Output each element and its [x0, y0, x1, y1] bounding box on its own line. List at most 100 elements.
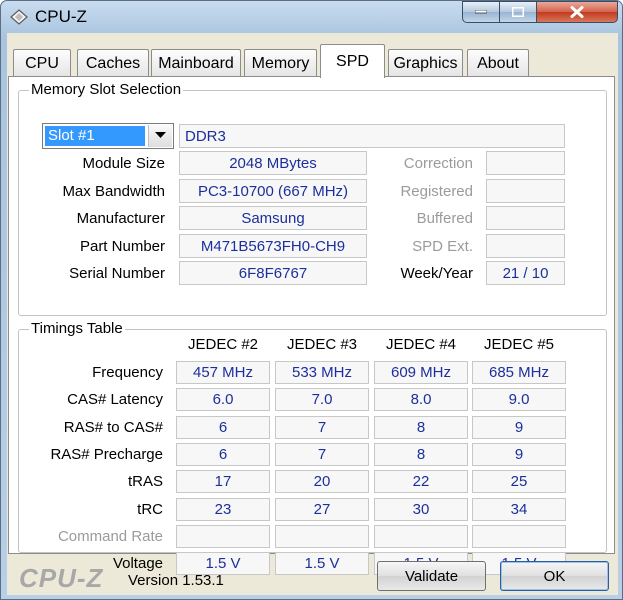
timing-value-field: 6: [176, 416, 270, 439]
timing-value-field: [176, 525, 270, 548]
tab-graphics[interactable]: Graphics: [388, 49, 463, 77]
spd-ext-label: SPD Ext.: [412, 238, 473, 255]
tab-about[interactable]: About: [467, 49, 529, 77]
tab-cpu[interactable]: CPU: [13, 49, 71, 77]
manufacturer-field: Samsung: [179, 206, 367, 230]
timing-value-field: 8.0: [374, 388, 468, 411]
timing-value-field: 8: [374, 443, 468, 466]
timing-row-label: CAS# Latency: [67, 391, 163, 408]
tab-label: About: [477, 54, 519, 72]
slot-select-arrow[interactable]: [148, 125, 172, 147]
timing-value-field: 30: [374, 498, 468, 521]
timing-value-field: 27: [275, 498, 369, 521]
part-number-field: M471B5673FH0-CH9: [179, 234, 367, 258]
slot-select-value: Slot #1: [45, 126, 145, 146]
correction-label: Correction: [403, 155, 473, 172]
tab-spd[interactable]: SPD: [320, 44, 385, 78]
slot-select[interactable]: Slot #1: [42, 123, 174, 149]
buffered-field: [486, 206, 565, 230]
tab-caches[interactable]: Caches: [77, 49, 149, 77]
version-label: Version 1.53.1: [128, 572, 224, 589]
cpu-z-window: CPU-Z CPU Caches Mainboard Memory SPD Gr…: [0, 0, 623, 600]
timing-value-field: 9.0: [472, 388, 566, 411]
timing-row-label: RAS# to CAS#: [63, 419, 163, 436]
timing-value-field: 533 MHz: [275, 361, 369, 384]
timing-row-label: tRAS: [127, 473, 163, 490]
tab-label: Graphics: [393, 54, 458, 72]
window-title: CPU-Z: [35, 7, 87, 26]
timing-value-field: 457 MHz: [176, 361, 270, 384]
timing-value-field: 9: [472, 443, 566, 466]
tab-strip: CPU Caches Mainboard Memory SPD Graphics…: [7, 43, 618, 78]
timing-value-field: [472, 525, 566, 548]
minimize-icon: [475, 10, 487, 14]
maximize-icon: [512, 7, 524, 17]
chevron-down-icon: [155, 132, 166, 138]
buffered-label: Buffered: [416, 210, 473, 227]
tab-label: Caches: [85, 54, 141, 72]
timing-row-label: Command Rate: [57, 528, 163, 545]
serial-number-field: 6F8F6767: [179, 261, 367, 285]
timing-value-field: 6.0: [176, 388, 270, 411]
tab-memory[interactable]: Memory: [244, 49, 317, 77]
validate-button-label: Validate: [404, 567, 459, 585]
timing-value-field: 1.5 V: [275, 552, 369, 575]
minimize-button[interactable]: [462, 1, 500, 23]
timings-table-group: Timings Table JEDEC #2 JEDEC #3 JEDEC #4 JE…: [18, 320, 607, 575]
manufacturer-label: Manufacturer: [76, 210, 165, 227]
timing-value-field: 7.0: [275, 388, 369, 411]
registered-label: Registered: [400, 183, 473, 200]
timing-column-header: JEDEC #3: [286, 336, 358, 353]
group-title: Memory Slot Selection: [29, 81, 184, 98]
timing-column-header: JEDEC #2: [187, 336, 259, 353]
timing-value-field: 6: [176, 443, 270, 466]
timing-column-header: JEDEC #4: [385, 336, 457, 353]
cpu-z-diamond-icon: [10, 8, 28, 26]
timing-row-label: RAS# Precharge: [50, 446, 163, 463]
week-year-field: 21 / 10: [486, 261, 565, 285]
spd-ext-field: [486, 234, 565, 258]
client-area: CPU Caches Mainboard Memory SPD Graphics…: [7, 33, 618, 595]
timing-row-label: tRC: [137, 501, 163, 518]
tab-label: CPU: [25, 54, 59, 72]
timing-column-header: JEDEC #5: [483, 336, 555, 353]
part-number-label: Part Number: [79, 238, 165, 255]
timing-value-field: 20: [275, 470, 369, 493]
close-button[interactable]: [536, 1, 618, 23]
validate-button[interactable]: Validate: [377, 561, 486, 591]
timing-value-field: [275, 525, 369, 548]
cpu-z-logo: CPU-Z: [19, 563, 104, 593]
timing-value-field: 7: [275, 443, 369, 466]
registered-field: [486, 179, 565, 203]
close-icon: [570, 6, 584, 18]
timing-value-field: 7: [275, 416, 369, 439]
spd-tab-page: Memory Slot Selection Slot #1 DDR3 Modul…: [8, 76, 615, 575]
max-bandwidth-label: Max Bandwidth: [62, 183, 165, 200]
serial-number-label: Serial Number: [69, 265, 165, 282]
timing-row-label: Frequency: [92, 364, 163, 381]
timing-value-field: 8: [374, 416, 468, 439]
maximize-button[interactable]: [499, 1, 537, 23]
correction-field: [486, 151, 565, 175]
timing-value-field: 609 MHz: [374, 361, 468, 384]
timing-value-field: 685 MHz: [472, 361, 566, 384]
timing-value-field: 23: [176, 498, 270, 521]
memory-slot-group: Memory Slot Selection Slot #1 DDR3 Modul…: [18, 81, 607, 316]
ok-button-label: OK: [543, 567, 566, 585]
timing-value-field: 22: [374, 470, 468, 493]
week-year-label: Week/Year: [400, 265, 473, 282]
group-title: Timings Table: [29, 320, 125, 337]
title-bar[interactable]: CPU-Z: [1, 1, 622, 33]
timing-value-field: [374, 525, 468, 548]
memory-type-field: DDR3: [179, 124, 565, 148]
max-bandwidth-field: PC3-10700 (667 MHz): [179, 179, 367, 203]
timing-value-field: 34: [472, 498, 566, 521]
timing-value-field: 17: [176, 470, 270, 493]
module-size-label: Module Size: [82, 155, 165, 172]
timing-value-field: 25: [472, 470, 566, 493]
timing-value-field: 9: [472, 416, 566, 439]
ok-button[interactable]: OK: [500, 561, 609, 591]
tab-mainboard[interactable]: Mainboard: [151, 49, 241, 77]
tab-label: Mainboard: [158, 54, 234, 72]
tab-label: Memory: [251, 54, 310, 72]
